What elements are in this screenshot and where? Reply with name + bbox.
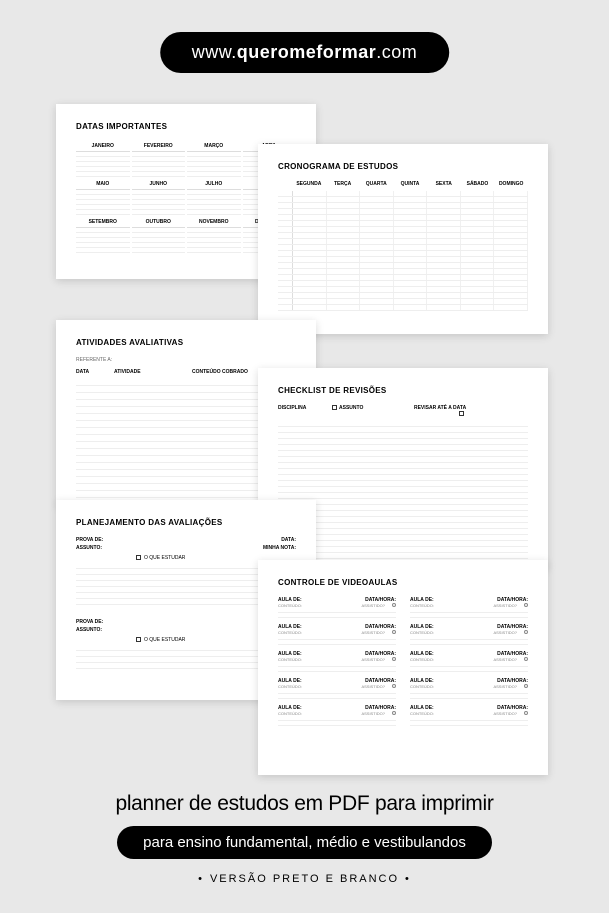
video-block: AULA DE:DATA/HORA: CONTEÚDO:ASSISTIDO? bbox=[278, 624, 396, 645]
col-header: REVISAR ATÉ A DATA bbox=[406, 405, 466, 417]
url-domain: queromeformar bbox=[237, 42, 377, 62]
product-title: planner de estudos em PDF para imprimir bbox=[0, 792, 609, 816]
circle-icon bbox=[392, 684, 396, 688]
month-label: MARÇO bbox=[187, 141, 241, 151]
assistido-label: ASSISTIDO? bbox=[361, 684, 385, 689]
month-label: JUNHO bbox=[132, 179, 186, 189]
col-header: ATIVIDADE bbox=[114, 369, 184, 375]
schedule-grid bbox=[278, 191, 528, 311]
checkbox-icon bbox=[136, 555, 141, 560]
prova-label: PROVA DE: bbox=[76, 619, 121, 625]
weekday-header: SEGUNDA TERÇA QUARTA QUINTA SEXTA SÁBADO… bbox=[292, 181, 528, 187]
assistido-label: ASSISTIDO? bbox=[493, 603, 517, 608]
product-subtitle-badge: para ensino fundamental, médio e vestibu… bbox=[117, 826, 492, 859]
assistido-label: ASSISTIDO? bbox=[361, 630, 385, 635]
video-block: AULA DE:DATA/HORA: CONTEÚDO:ASSISTIDO? bbox=[410, 624, 528, 645]
month-label: MAIO bbox=[76, 179, 130, 189]
checkbox-icon bbox=[332, 405, 337, 410]
conteudo-label: CONTEÚDO: bbox=[278, 603, 302, 608]
circle-icon bbox=[392, 603, 396, 607]
month-label: SETEMBRO bbox=[76, 217, 130, 227]
page-subtitle: REFERENTE A: bbox=[76, 357, 296, 363]
video-block: AULA DE:DATA/HORA: CONTEÚDO:ASSISTIDO? bbox=[278, 597, 396, 618]
url-prefix: www. bbox=[192, 42, 237, 62]
weekday-label: DOMINGO bbox=[494, 181, 528, 187]
page-title: CONTROLE DE VIDEOAULAS bbox=[278, 578, 528, 587]
circle-icon bbox=[524, 711, 528, 715]
assunto-label: ASSUNTO: bbox=[76, 627, 121, 633]
page-title: CHECKLIST DE REVISÕES bbox=[278, 386, 528, 395]
weekday-label: SÁBADO bbox=[461, 181, 495, 187]
weekday-label: SEGUNDA bbox=[292, 181, 326, 187]
conteudo-label: CONTEÚDO: bbox=[410, 711, 434, 716]
video-grid: AULA DE:DATA/HORA: CONTEÚDO:ASSISTIDO? A… bbox=[278, 597, 528, 726]
assistido-label: ASSISTIDO? bbox=[493, 684, 517, 689]
month-label: JANEIRO bbox=[76, 141, 130, 151]
circle-icon bbox=[392, 657, 396, 661]
conteudo-label: CONTEÚDO: bbox=[410, 603, 434, 608]
circle-icon bbox=[392, 630, 396, 634]
video-block: AULA DE:DATA/HORA: CONTEÚDO:ASSISTIDO? bbox=[410, 705, 528, 726]
conteudo-label: CONTEÚDO: bbox=[410, 657, 434, 662]
video-block: AULA DE:DATA/HORA: CONTEÚDO:ASSISTIDO? bbox=[410, 597, 528, 618]
conteudo-label: CONTEÚDO: bbox=[278, 684, 302, 689]
weekday-label: QUARTA bbox=[359, 181, 393, 187]
conteudo-label: CONTEÚDO: bbox=[410, 630, 434, 635]
video-block: AULA DE:DATA/HORA: CONTEÚDO:ASSISTIDO? bbox=[278, 678, 396, 699]
table-header: DISCIPLINA ASSUNTO REVISAR ATÉ A DATA bbox=[278, 405, 528, 417]
video-block: AULA DE:DATA/HORA: CONTEÚDO:ASSISTIDO? bbox=[410, 651, 528, 672]
circle-icon bbox=[524, 603, 528, 607]
conteudo-label: CONTEÚDO: bbox=[278, 657, 302, 662]
checkbox-icon bbox=[459, 411, 464, 416]
page-title: CRONOGRAMA DE ESTUDOS bbox=[278, 162, 528, 171]
conteudo-label: CONTEÚDO: bbox=[410, 684, 434, 689]
page-title: ATIVIDADES AVALIATIVAS bbox=[76, 338, 296, 347]
month-label: JULHO bbox=[187, 179, 241, 189]
month-label: NOVEMBRO bbox=[187, 217, 241, 227]
prova-label: PROVA DE: bbox=[76, 537, 121, 543]
data-label: DATA: bbox=[236, 537, 296, 543]
assistido-label: ASSISTIDO? bbox=[361, 711, 385, 716]
page-cronograma: CRONOGRAMA DE ESTUDOS SEGUNDA TERÇA QUAR… bbox=[258, 144, 548, 334]
dot-icon: • bbox=[198, 873, 204, 885]
page-videoaulas: CONTROLE DE VIDEOAULAS AULA DE:DATA/HORA… bbox=[258, 560, 548, 775]
weekday-label: TERÇA bbox=[326, 181, 360, 187]
assistido-label: ASSISTIDO? bbox=[493, 630, 517, 635]
col-header: DATA bbox=[76, 369, 106, 375]
website-url-badge: www.queromeformar.com bbox=[160, 32, 450, 73]
circle-icon bbox=[524, 630, 528, 634]
url-suffix: .com bbox=[376, 42, 417, 62]
page-title: PLANEJAMENTO DAS AVALIAÇÕES bbox=[76, 518, 296, 527]
circle-icon bbox=[524, 657, 528, 661]
weekday-label: QUINTA bbox=[393, 181, 427, 187]
video-block: AULA DE:DATA/HORA: CONTEÚDO:ASSISTIDO? bbox=[278, 651, 396, 672]
nota-label: MINHA NOTA: bbox=[236, 545, 296, 551]
col-header: DISCIPLINA bbox=[278, 405, 328, 417]
circle-icon bbox=[524, 684, 528, 688]
circle-icon bbox=[392, 711, 396, 715]
video-block: AULA DE:DATA/HORA: CONTEÚDO:ASSISTIDO? bbox=[410, 678, 528, 699]
checkbox-icon bbox=[136, 637, 141, 642]
video-block: AULA DE:DATA/HORA: CONTEÚDO:ASSISTIDO? bbox=[278, 705, 396, 726]
version-label: •VERSÃO PRETO E BRANCO• bbox=[0, 873, 609, 885]
month-label: FEVEREIRO bbox=[132, 141, 186, 151]
dot-icon: • bbox=[405, 873, 411, 885]
conteudo-label: CONTEÚDO: bbox=[278, 711, 302, 716]
assistido-label: ASSISTIDO? bbox=[361, 603, 385, 608]
conteudo-label: CONTEÚDO: bbox=[278, 630, 302, 635]
assunto-label: ASSUNTO: bbox=[76, 545, 121, 551]
assistido-label: ASSISTIDO? bbox=[361, 657, 385, 662]
col-header: ASSUNTO bbox=[332, 405, 402, 417]
month-label: OUTUBRO bbox=[132, 217, 186, 227]
bottom-section: planner de estudos em PDF para imprimir … bbox=[0, 792, 609, 885]
assistido-label: ASSISTIDO? bbox=[493, 657, 517, 662]
assistido-label: ASSISTIDO? bbox=[493, 711, 517, 716]
page-title: DATAS IMPORTANTES bbox=[76, 122, 296, 131]
weekday-label: SEXTA bbox=[427, 181, 461, 187]
